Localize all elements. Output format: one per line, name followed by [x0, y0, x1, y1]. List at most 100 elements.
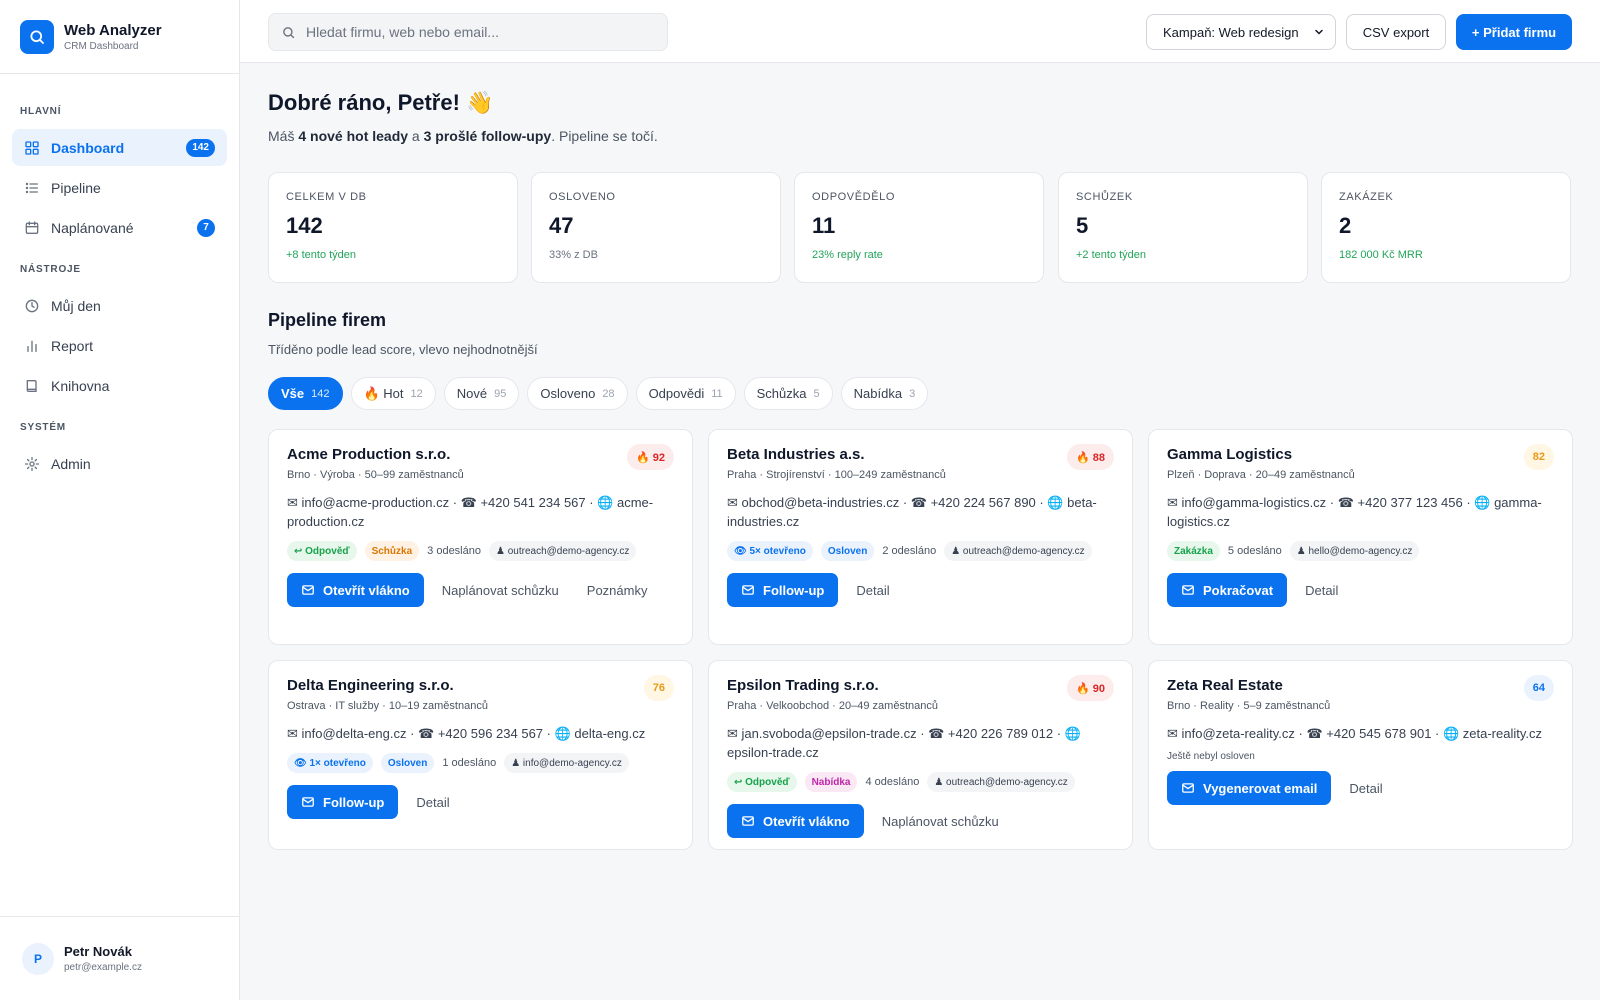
csv-export-button[interactable]: CSV export — [1346, 14, 1446, 50]
company-card[interactable]: Gamma Logistics Plzeň · Doprava · 20–49 … — [1148, 429, 1573, 645]
not-contacted-note: Ještě nebyl osloven — [1167, 751, 1255, 762]
lead-score-badge: 🔥 88 — [1067, 444, 1114, 470]
filter-chip-offer[interactable]: Nabídka 3 — [840, 377, 929, 410]
status-badge: Schůzka — [364, 541, 420, 561]
status-badge: 👁 5× otevřeno — [727, 541, 813, 561]
lead-score-badge: 🔥 92 — [627, 444, 674, 470]
detail-link[interactable]: Detail — [1305, 583, 1338, 598]
brand: Web Analyzer CRM Dashboard — [0, 0, 239, 74]
company-card[interactable]: Acme Production s.r.o. Brno · Výroba · 5… — [268, 429, 693, 645]
company-contact: ✉ info@delta-eng.cz · ☎ +420 596 234 567… — [287, 726, 646, 741]
sidebar: Web Analyzer CRM Dashboard HLAVNÍ Dashbo… — [0, 0, 240, 1000]
section-subtitle: Tříděno podle lead score, vlevo nejhodno… — [268, 342, 538, 357]
company-name: Acme Production s.r.o. — [287, 446, 451, 463]
status-tags: Zakázka 5 odesláno ♟ hello@demo-agency.c… — [1167, 541, 1554, 561]
search-icon — [20, 19, 54, 54]
stat-label: CELKEM V DB — [286, 191, 367, 203]
company-meta: Plzeň · Doprava · 20–49 zaměstnanců — [1167, 469, 1355, 481]
mail-icon — [742, 585, 754, 595]
sidebar-item-label: Naplánované — [51, 219, 134, 236]
stat-note: 33% z DB — [549, 249, 598, 261]
filter-chip-new[interactable]: Nové 95 — [443, 377, 520, 410]
filter-chip-all[interactable]: Vše 142 — [268, 377, 343, 410]
nav-section-system: SYSTÉM — [20, 422, 66, 433]
generate-email-button[interactable]: Vygenerovat email — [1167, 771, 1332, 805]
filter-chip-hot[interactable]: 🔥 Hot 12 — [350, 377, 436, 410]
stat-card-replied: ODPOVĚDĚLO 11 23% reply rate — [794, 172, 1044, 283]
mail-icon — [1182, 783, 1194, 793]
status-tags: ↩ Odpověď Nabídka 4 odesláno ♟ outreach@… — [727, 772, 1114, 792]
schedule-meeting-link[interactable]: Naplánovat schůzku — [882, 814, 999, 829]
company-name: Epsilon Trading s.r.o. — [727, 677, 879, 694]
search-input[interactable] — [306, 24, 646, 40]
sidebar-item-pipeline[interactable]: Pipeline — [12, 169, 227, 206]
brand-title: Web Analyzer — [64, 21, 162, 39]
stat-label: ODPOVĚDĚLO — [812, 191, 896, 203]
company-card[interactable]: Epsilon Trading s.r.o. Praha · Velkoobch… — [708, 660, 1133, 850]
book-icon — [26, 379, 37, 392]
mail-icon — [1182, 585, 1194, 595]
notes-link[interactable]: Poznámky — [587, 583, 648, 598]
filter-chip-meeting[interactable]: Schůzka 5 — [743, 377, 833, 410]
status-tags: 👁 5× otevřeno Osloven 2 odesláno ♟ outre… — [727, 541, 1114, 561]
list-icon — [25, 182, 38, 193]
detail-link[interactable]: Detail — [1349, 781, 1382, 796]
detail-link[interactable]: Detail — [856, 583, 889, 598]
stat-card-total: CELKEM V DB 142 +8 tento týden — [268, 172, 518, 283]
mail-icon — [742, 816, 754, 826]
company-name: Gamma Logistics — [1167, 446, 1293, 463]
open-thread-button[interactable]: Otevřít vlákno — [287, 573, 424, 607]
company-name: Beta Industries a.s. — [727, 446, 865, 463]
lead-score-badge: 🔥 90 — [1067, 675, 1114, 701]
schedule-meeting-link[interactable]: Naplánovat schůzku — [442, 583, 559, 598]
company-card[interactable]: Beta Industries a.s. Praha · Strojírenst… — [708, 429, 1133, 645]
sender-badge: ♟ info@demo-agency.cz — [504, 753, 629, 773]
sender-badge: ♟ outreach@demo-agency.cz — [488, 541, 637, 561]
campaign-select[interactable]: Kampaň: Web redesign — [1146, 14, 1336, 50]
mail-icon — [302, 585, 314, 595]
clock-icon — [25, 299, 39, 312]
filter-chips: Vše 142 🔥 Hot 12 Nové 95 Osloveno 28 Odpověd… — [268, 377, 929, 410]
sidebar-item-my-day[interactable]: Můj den — [12, 287, 227, 324]
follow-up-button[interactable]: Follow-up — [727, 573, 839, 607]
company-card[interactable]: Delta Engineering s.r.o. Ostrava · IT sl… — [268, 660, 693, 850]
sender-badge: ♟ outreach@demo-agency.cz — [944, 541, 1092, 561]
stat-value: 47 — [549, 213, 574, 238]
avatar: P — [22, 942, 54, 975]
brand-subtitle: CRM Dashboard — [64, 40, 139, 52]
lead-score-badge: 82 — [1523, 444, 1554, 470]
sidebar-item-library[interactable]: Knihovna — [12, 367, 227, 404]
open-thread-button[interactable]: Otevřít vlákno — [727, 804, 864, 838]
company-contact: ✉ info@acme-production.cz · ☎ +420 541 2… — [287, 495, 654, 529]
nav-section-tools: NÁSTROJE — [20, 264, 81, 275]
grid-icon — [25, 140, 39, 155]
company-name: Delta Engineering s.r.o. — [287, 677, 454, 694]
sidebar-item-label: Report — [51, 337, 94, 354]
sidebar-item-label: Admin — [51, 455, 91, 472]
status-badge: ↩ Odpověď — [727, 772, 797, 792]
sidebar-item-label: Dashboard — [51, 139, 125, 156]
stat-value: 2 — [1339, 213, 1352, 238]
add-company-button[interactable]: + Přidat firmu — [1456, 14, 1572, 50]
status-badge: 👁 1× otevřeno — [287, 753, 373, 773]
user-profile[interactable]: P Petr Novák petr@example.cz — [0, 916, 240, 1000]
sidebar-item-admin[interactable]: Admin — [12, 445, 227, 482]
user-email: petr@example.cz — [64, 962, 142, 973]
detail-link[interactable]: Detail — [416, 795, 449, 810]
search-box[interactable] — [268, 13, 668, 51]
search-icon — [283, 26, 295, 38]
sidebar-item-dashboard[interactable]: Dashboard 142 — [12, 129, 227, 166]
company-card[interactable]: Zeta Real Estate Brno · Reality · 5–9 za… — [1148, 660, 1573, 850]
continue-button[interactable]: Pokračovat — [1167, 573, 1288, 607]
filter-chip-replies[interactable]: Odpovědi 11 — [635, 377, 736, 410]
follow-up-button[interactable]: Follow-up — [287, 785, 399, 819]
filter-chip-contacted[interactable]: Osloveno 28 — [527, 377, 628, 410]
lead-score-badge: 64 — [1523, 675, 1554, 701]
bar-chart-icon — [27, 340, 37, 352]
sidebar-item-scheduled[interactable]: Naplánované 7 — [12, 209, 227, 246]
page-title: Dobré ráno, Petře! 👋 — [268, 90, 494, 115]
sidebar-item-report[interactable]: Report — [12, 327, 227, 364]
stat-note: +2 tento týden — [1076, 249, 1147, 261]
company-name: Zeta Real Estate — [1167, 677, 1283, 694]
company-meta: Brno · Reality · 5–9 zaměstnanců — [1167, 700, 1331, 712]
